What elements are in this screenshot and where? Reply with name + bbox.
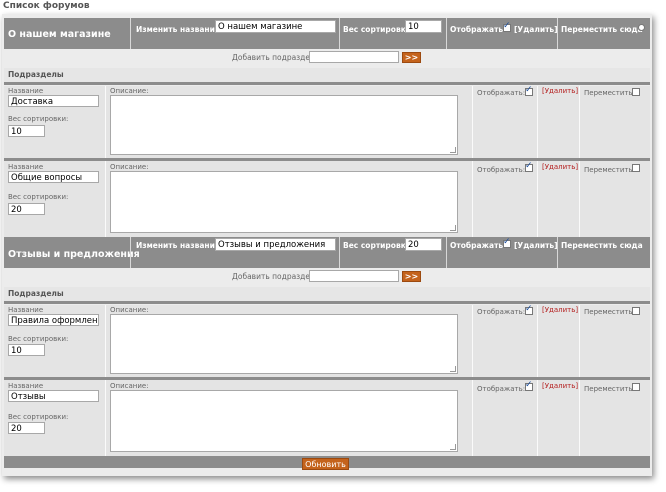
move-here-label: Переместить сюда xyxy=(561,25,643,34)
display-label: Отображать: xyxy=(477,385,526,393)
delete-link[interactable]: [Удалить] xyxy=(542,87,578,95)
sort-weight-label: Вес сортировки: xyxy=(8,335,69,343)
add-subsection-row: Добавить подраздел: >> xyxy=(4,49,650,66)
subsection-description-textarea[interactable] xyxy=(110,95,458,155)
subsection-row: Название Правила оформления Вес сортиров… xyxy=(4,304,650,377)
display-label: Отображать: xyxy=(477,89,526,97)
add-subsection-input[interactable] xyxy=(309,270,399,282)
delete-link[interactable]: [Удалить] xyxy=(514,25,558,34)
move-label: Переместить xyxy=(584,385,633,393)
forum-name-input[interactable]: О нашем магазине xyxy=(215,20,336,33)
name-label: Название xyxy=(8,306,44,314)
subsection-name-input[interactable]: Правила оформления xyxy=(8,314,99,326)
subsection-sort-input[interactable]: 10 xyxy=(8,125,45,137)
display-checkbox[interactable] xyxy=(525,85,533,96)
subsection-row: Название Отзывы Вес сортировки: 20 Описа… xyxy=(4,380,650,456)
move-checkbox[interactable] xyxy=(632,307,640,315)
display-label: Отображать: xyxy=(477,166,526,174)
display-checkbox[interactable] xyxy=(503,237,511,248)
sort-weight-label: Вес сортировки: xyxy=(8,115,69,123)
forum-title: О нашем магазине xyxy=(8,29,111,40)
page-title: Список форумов xyxy=(3,1,90,11)
move-label: Переместить xyxy=(584,89,633,97)
delete-link[interactable]: [Удалить] xyxy=(542,382,578,390)
name-label: Название xyxy=(8,382,44,390)
display-label: Отображать: xyxy=(477,308,526,316)
forums-panel: О нашем магазине Изменить название: О на… xyxy=(2,14,652,476)
move-here-label: Переместить сюда xyxy=(561,241,643,250)
description-label: Описание: xyxy=(110,382,149,390)
display-checkbox[interactable] xyxy=(503,21,511,32)
add-subsection-label: Добавить подраздел: xyxy=(232,53,318,62)
subsection-description-textarea[interactable] xyxy=(110,390,458,452)
delete-link[interactable]: [Удалить] xyxy=(542,163,578,171)
move-here-radio[interactable] xyxy=(638,24,645,31)
subsections-title: Подразделы xyxy=(8,289,64,298)
subsection-row: Название Общие вопросы Вес сортировки: 2… xyxy=(4,161,650,237)
subsection-name-input[interactable]: Доставка xyxy=(8,95,99,107)
name-label: Название xyxy=(8,163,44,171)
move-checkbox[interactable] xyxy=(632,88,640,96)
description-label: Описание: xyxy=(110,163,149,171)
display-checkbox[interactable] xyxy=(525,380,533,391)
subsection-description-textarea[interactable] xyxy=(110,314,458,374)
display-label: Отображать: xyxy=(450,241,507,250)
delete-link[interactable]: [Удалить] xyxy=(514,241,558,250)
subsection-name-input[interactable]: Общие вопросы xyxy=(8,171,99,183)
subsection-sort-input[interactable]: 10 xyxy=(8,344,45,356)
subsections-title: Подразделы xyxy=(8,70,64,79)
add-subsection-label: Добавить подраздел: xyxy=(232,272,318,281)
description-label: Описание: xyxy=(110,306,149,314)
add-subsection-row: Добавить подраздел: >> xyxy=(4,268,650,285)
move-checkbox[interactable] xyxy=(632,164,640,172)
subsection-name-input[interactable]: Отзывы xyxy=(8,390,99,402)
update-button[interactable]: Обновить xyxy=(302,458,349,470)
subsection-row: Название Доставка Вес сортировки: 10 Опи… xyxy=(4,85,650,158)
forum-title: Отзывы и предложения xyxy=(8,249,140,260)
sort-weight-label: Вес сортировки: xyxy=(343,25,415,34)
change-name-label: Изменить название: xyxy=(136,25,223,34)
sort-weight-label: Вес сортировки: xyxy=(8,193,69,201)
forum-sort-input[interactable]: 20 xyxy=(405,238,442,251)
move-checkbox[interactable] xyxy=(632,383,640,391)
subsection-sort-input[interactable]: 20 xyxy=(8,203,45,215)
display-checkbox[interactable] xyxy=(525,161,533,172)
forum-name-input[interactable]: Отзывы и предложения xyxy=(215,238,336,251)
forum-sort-input[interactable]: 10 xyxy=(405,20,442,33)
sort-weight-label: Вес сортировки: xyxy=(343,241,415,250)
name-label: Название xyxy=(8,87,44,95)
forum-header: О нашем магазине Изменить название: О на… xyxy=(4,18,650,49)
add-subsection-input[interactable] xyxy=(309,51,399,63)
subsections-header: Подразделы xyxy=(4,287,650,304)
add-subsection-button[interactable]: >> xyxy=(402,271,421,282)
display-checkbox[interactable] xyxy=(525,304,533,315)
sort-weight-label: Вес сортировки: xyxy=(8,413,69,421)
forum-header: Отзывы и предложения Изменить название: … xyxy=(4,237,650,268)
description-label: Описание: xyxy=(110,87,149,95)
move-label: Переместить xyxy=(584,308,633,316)
subsections-header: Подразделы xyxy=(4,68,650,85)
display-label: Отображать: xyxy=(450,25,507,34)
subsection-sort-input[interactable]: 20 xyxy=(8,422,45,434)
subsection-description-textarea[interactable] xyxy=(110,171,458,233)
delete-link[interactable]: [Удалить] xyxy=(542,306,578,314)
add-subsection-button[interactable]: >> xyxy=(402,52,421,63)
change-name-label: Изменить название: xyxy=(136,241,223,250)
move-label: Переместить xyxy=(584,166,633,174)
